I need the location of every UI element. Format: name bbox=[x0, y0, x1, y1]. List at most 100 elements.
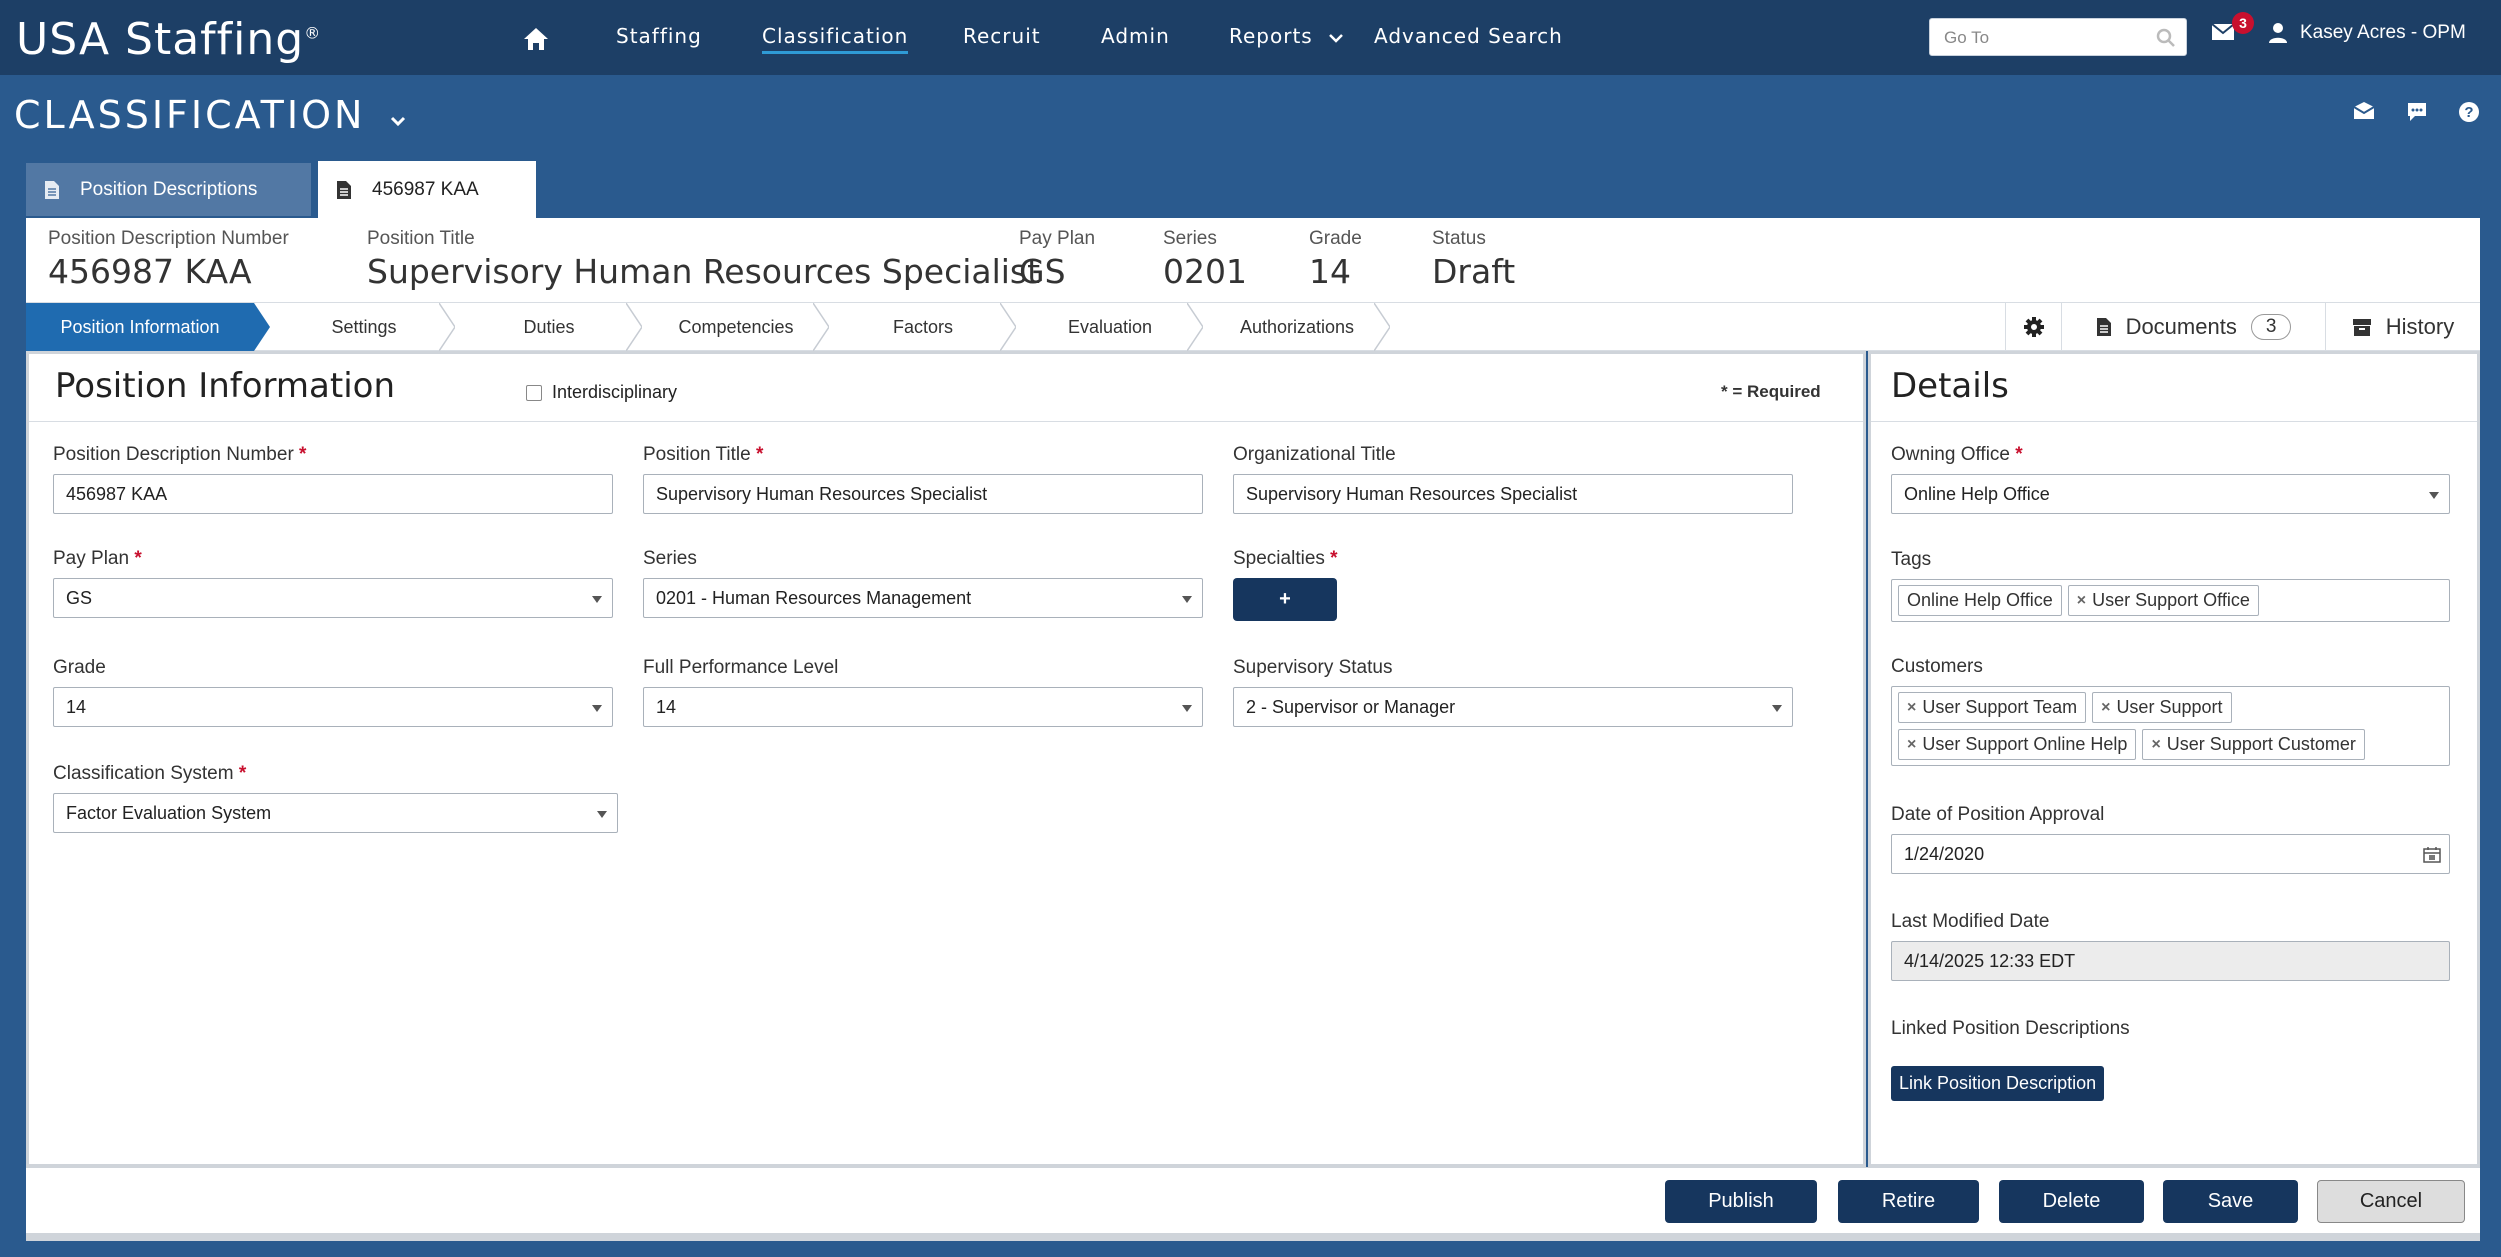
home-icon[interactable] bbox=[522, 26, 550, 52]
nav-classification[interactable]: Classification bbox=[762, 24, 909, 54]
remove-icon[interactable]: × bbox=[2151, 736, 2160, 754]
usa-staffing-logo[interactable]: USA Staffing® bbox=[16, 14, 321, 65]
cancel-button[interactable]: Cancel bbox=[2317, 1180, 2465, 1223]
org-title-field: Organizational Title Supervisory Human R… bbox=[1233, 444, 1793, 514]
org-title-input[interactable]: Supervisory Human Resources Specialist bbox=[1233, 474, 1793, 514]
gear-icon bbox=[2023, 317, 2044, 337]
tab-pd-456987[interactable]: 456987 KAA bbox=[318, 161, 536, 218]
classification-system-field: Classification System * Factor Evaluatio… bbox=[53, 763, 618, 833]
nav-staffing[interactable]: Staffing bbox=[616, 24, 702, 48]
field-label: Tags bbox=[1891, 549, 1932, 570]
summary-label: Status bbox=[1432, 228, 1486, 249]
customers-input[interactable]: × User Support Team × User Support × User S… bbox=[1891, 686, 2450, 766]
tags-input[interactable]: Online Help Office × User Support Office bbox=[1891, 579, 2450, 622]
interdisciplinary-option[interactable]: Interdisciplinary bbox=[526, 382, 677, 403]
field-label: Classification System bbox=[53, 763, 234, 784]
step-competencies[interactable]: Competencies bbox=[643, 303, 829, 351]
document-icon bbox=[2096, 318, 2111, 336]
link-position-description-button[interactable]: Link Position Description bbox=[1891, 1066, 2105, 1101]
customer-chip[interactable]: × User Support Customer bbox=[2142, 729, 2365, 760]
pay-plan-field: Pay Plan * GS bbox=[53, 548, 613, 618]
step-position-information[interactable]: Position Information bbox=[26, 303, 254, 351]
pd-summary-header: Position Description Number 456987 KAA P… bbox=[26, 218, 2480, 302]
details-panel: Details Owning Office * Online Help Offi… bbox=[1868, 351, 2480, 1167]
pd-number-input[interactable]: 456987 KAA bbox=[53, 474, 613, 514]
history-button[interactable]: History bbox=[2325, 303, 2480, 351]
step-settings[interactable]: Settings bbox=[271, 303, 457, 351]
summary-label: Position Description Number bbox=[48, 228, 289, 249]
delete-button[interactable]: Delete bbox=[1999, 1180, 2144, 1223]
calendar-icon[interactable] bbox=[2423, 846, 2441, 863]
logo-text: USA Staffing bbox=[16, 14, 305, 65]
search-icon[interactable] bbox=[2156, 28, 2176, 48]
full-performance-level-select[interactable]: 14 bbox=[643, 687, 1203, 727]
select-value: Factor Evaluation System bbox=[66, 803, 272, 823]
position-title-field: Position Title * Supervisory Human Resou… bbox=[643, 444, 1203, 514]
nav-advanced-search[interactable]: Advanced Search bbox=[1374, 24, 1563, 48]
help-icon[interactable]: ? bbox=[2458, 101, 2480, 123]
divider bbox=[29, 421, 1863, 422]
settings-gear-button[interactable] bbox=[2005, 303, 2061, 351]
required-asterisk: * bbox=[134, 548, 142, 569]
step-evaluation[interactable]: Evaluation bbox=[1017, 303, 1203, 351]
documents-button[interactable]: Documents 3 bbox=[2061, 303, 2325, 351]
select-value: GS bbox=[66, 588, 93, 608]
supervisory-status-field: Supervisory Status 2 - Supervisor or Man… bbox=[1233, 657, 1793, 727]
summary-value: 0201 bbox=[1163, 252, 1247, 291]
tab-position-descriptions[interactable]: Position Descriptions bbox=[26, 163, 311, 216]
step-arrow bbox=[813, 303, 829, 351]
nav-recruit[interactable]: Recruit bbox=[963, 24, 1041, 48]
summary-label: Grade bbox=[1309, 228, 1362, 249]
dropdown-caret-icon bbox=[2429, 492, 2439, 499]
pay-plan-select[interactable]: GS bbox=[53, 578, 613, 618]
add-specialty-button[interactable]: + bbox=[1233, 578, 1337, 621]
goto-search-input[interactable]: Go To bbox=[1929, 18, 2187, 56]
remove-icon[interactable]: × bbox=[2077, 592, 2086, 610]
step-arrow bbox=[254, 303, 270, 351]
step-authorizations[interactable]: Authorizations bbox=[1204, 303, 1390, 351]
approval-date-input[interactable]: 1/24/2020 bbox=[1891, 834, 2450, 874]
publish-button[interactable]: Publish bbox=[1665, 1180, 1817, 1223]
field-label: Supervisory Status bbox=[1233, 657, 1393, 678]
interdisciplinary-checkbox[interactable] bbox=[526, 384, 542, 401]
series-select[interactable]: 0201 - Human Resources Management bbox=[643, 578, 1203, 618]
field-label: Pay Plan bbox=[53, 548, 130, 569]
dropdown-caret-icon bbox=[592, 596, 602, 603]
select-value: 2 - Supervisor or Manager bbox=[1246, 697, 1456, 717]
supervisory-status-select[interactable]: 2 - Supervisor or Manager bbox=[1233, 687, 1793, 727]
retire-button[interactable]: Retire bbox=[1838, 1180, 1979, 1223]
owning-office-field: Owning Office * Online Help Office bbox=[1891, 444, 2450, 514]
customer-label: User Support Customer bbox=[2166, 734, 2356, 754]
customer-chip[interactable]: × User Support Online Help bbox=[1898, 729, 2137, 760]
remove-icon[interactable]: × bbox=[2101, 699, 2110, 717]
owning-office-select[interactable]: Online Help Office bbox=[1891, 474, 2450, 514]
position-title-input[interactable]: Supervisory Human Resources Specialist bbox=[643, 474, 1203, 514]
summary-value: GS bbox=[1019, 252, 1066, 291]
approval-date-field: Date of Position Approval 1/24/2020 bbox=[1891, 804, 2450, 874]
nav-reports[interactable]: Reports bbox=[1229, 24, 1344, 48]
chat-icon[interactable] bbox=[2406, 101, 2428, 123]
step-arrow bbox=[1187, 303, 1203, 351]
customer-label: User Support Online Help bbox=[1922, 734, 2128, 754]
user-menu[interactable]: Kasey Acres - OPM bbox=[2268, 22, 2466, 44]
step-factors[interactable]: Factors bbox=[830, 303, 1016, 351]
nav-admin[interactable]: Admin bbox=[1101, 24, 1170, 48]
customer-chip[interactable]: × User Support Team bbox=[1898, 692, 2087, 723]
save-button[interactable]: Save bbox=[2163, 1180, 2298, 1223]
summary-value: Draft bbox=[1432, 252, 1516, 291]
header-tools: ? bbox=[2352, 101, 2480, 123]
section-title[interactable]: CLASSIFICATION bbox=[14, 93, 407, 137]
last-modified-field: Last Modified Date 4/14/2025 12:33 EDT bbox=[1891, 911, 2450, 981]
tag-chip[interactable]: × User Support Office bbox=[2067, 585, 2259, 616]
step-duties[interactable]: Duties bbox=[456, 303, 642, 351]
tag-chip[interactable]: Online Help Office bbox=[1898, 585, 2062, 616]
grade-select[interactable]: 14 bbox=[53, 687, 613, 727]
required-asterisk: * bbox=[2015, 444, 2023, 465]
user-icon bbox=[2269, 23, 2287, 43]
remove-icon[interactable]: × bbox=[1907, 736, 1916, 754]
announcements-icon[interactable] bbox=[2352, 101, 2376, 121]
remove-icon[interactable]: × bbox=[1907, 699, 1916, 717]
top-nav-bar: USA Staffing® Staffing Classification Re… bbox=[0, 0, 2501, 75]
customer-chip[interactable]: × User Support bbox=[2092, 692, 2232, 723]
classification-system-select[interactable]: Factor Evaluation System bbox=[53, 793, 618, 833]
